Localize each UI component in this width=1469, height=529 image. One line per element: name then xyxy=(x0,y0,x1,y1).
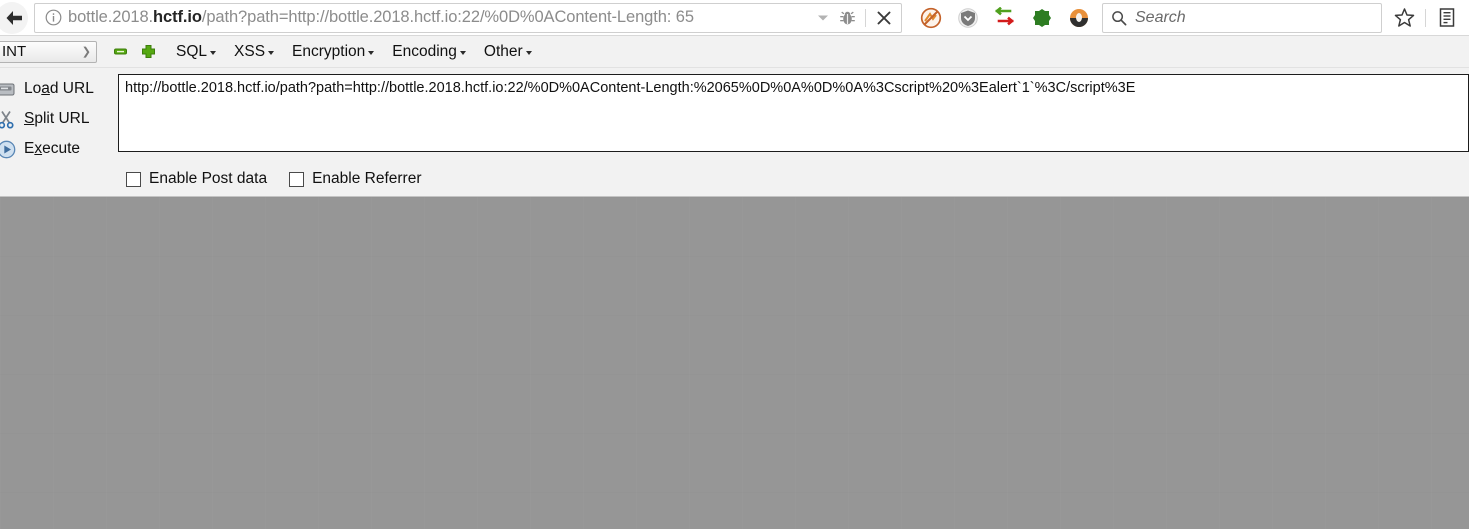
caret-down-icon xyxy=(268,51,275,55)
split-url-button[interactable]: Split URL xyxy=(0,104,118,134)
green-badge-icon[interactable] xyxy=(1029,5,1055,31)
hackbar-menu-row: INT ❯ SQL XSS Encryption Encoding Other xyxy=(0,36,1469,68)
checkbox-box[interactable] xyxy=(289,171,305,187)
noscript-icon[interactable] xyxy=(918,5,944,31)
star-icon[interactable] xyxy=(1390,4,1418,32)
hackbar-checkbox-row: Enable Post data Enable Referrer xyxy=(0,168,1469,196)
page-content-area: 1 OK xyxy=(0,197,1469,529)
navbar-right-buttons xyxy=(1390,4,1469,32)
hackbar-menu-encryption-label: Encryption xyxy=(292,42,366,60)
url-bar-tools xyxy=(814,5,897,31)
site-info-icon[interactable] xyxy=(43,8,63,28)
hackbar-menu-xss[interactable]: XSS xyxy=(225,41,283,63)
minus-icon[interactable] xyxy=(109,41,131,63)
enable-post-data-label: Enable Post data xyxy=(149,170,268,187)
hackbar-action-list: Load URL Split URL Execute xyxy=(0,68,118,168)
url-bar[interactable]: bottle.2018.hctf.io/path?path=http://bot… xyxy=(34,2,902,33)
hackbar-type-value: INT xyxy=(2,43,27,60)
hackbar-menu-other[interactable]: Other xyxy=(475,41,541,63)
plus-icon[interactable] xyxy=(137,41,159,63)
load-url-icon xyxy=(0,79,17,99)
checkbox-box[interactable] xyxy=(126,171,141,187)
hackbar-panel: INT ❯ SQL XSS Encryption Encoding Other … xyxy=(0,36,1469,197)
bug-icon[interactable] xyxy=(834,5,860,31)
hackbar-menu-sql[interactable]: SQL xyxy=(167,41,225,63)
enable-referrer-label: Enable Referrer xyxy=(312,170,422,187)
url-prefix: bottle.2018. xyxy=(68,8,154,26)
caret-down-icon xyxy=(368,51,375,55)
back-button[interactable] xyxy=(0,0,34,36)
execute-button[interactable]: Execute xyxy=(0,134,118,164)
load-url-label: Load URL xyxy=(24,80,94,97)
enable-post-data-checkbox[interactable]: Enable Post data xyxy=(126,170,267,188)
chevron-down-icon[interactable] xyxy=(814,6,832,30)
caret-down-icon xyxy=(210,51,217,55)
back-arrow-icon xyxy=(6,10,22,25)
hackbar-menu-encoding-label: Encoding xyxy=(392,42,457,60)
hackbar-menu-encoding[interactable]: Encoding xyxy=(383,41,475,63)
url-text[interactable]: bottle.2018.hctf.io/path?path=http://bot… xyxy=(68,8,814,27)
close-icon[interactable] xyxy=(871,5,897,31)
hackbar-type-select[interactable]: INT ❯ xyxy=(0,40,97,63)
hackbar-url-input[interactable]: http://bottle.2018.hctf.io/path?path=htt… xyxy=(118,74,1469,152)
hackbar-menu: SQL XSS Encryption Encoding Other xyxy=(167,41,541,63)
search-bar[interactable]: Search xyxy=(1102,2,1382,33)
load-url-button[interactable]: Load URL xyxy=(0,74,118,104)
url-rest: /path?path=http://bottle.2018.hctf.io:22… xyxy=(201,8,694,26)
execute-label: Execute xyxy=(24,140,81,157)
tamper-data-icon[interactable] xyxy=(992,5,1018,31)
caret-down-icon xyxy=(459,51,466,55)
hackbar-body: Load URL Split URL Execute http://bottle… xyxy=(0,68,1469,168)
browser-navigation-bar: bottle.2018.hctf.io/path?path=http://bot… xyxy=(0,0,1469,36)
shield-icon[interactable] xyxy=(955,5,981,31)
scissors-icon xyxy=(0,109,17,129)
hackbar-url-area: http://bottle.2018.hctf.io/path?path=htt… xyxy=(118,68,1469,168)
hackbar-menu-encryption[interactable]: Encryption xyxy=(283,41,383,63)
hackbar-menu-xss-label: XSS xyxy=(234,42,266,60)
library-icon[interactable] xyxy=(1433,4,1461,32)
enable-referrer-checkbox[interactable]: Enable Referrer xyxy=(289,170,421,188)
toolbar-divider xyxy=(865,8,866,27)
extension-icons xyxy=(904,5,1102,31)
url-host: hctf.io xyxy=(153,8,202,26)
orange-badge-icon[interactable] xyxy=(1066,5,1092,31)
chevron-down-icon: ❯ xyxy=(81,46,91,58)
search-input[interactable]: Search xyxy=(1135,9,1186,27)
split-url-label: Split URL xyxy=(24,110,90,127)
search-icon xyxy=(1111,10,1127,26)
hackbar-menu-other-label: Other xyxy=(483,42,523,60)
execute-icon xyxy=(0,139,17,159)
caret-down-icon xyxy=(525,51,532,55)
navbar-divider xyxy=(1425,8,1426,27)
hackbar-menu-sql-label: SQL xyxy=(176,42,208,60)
